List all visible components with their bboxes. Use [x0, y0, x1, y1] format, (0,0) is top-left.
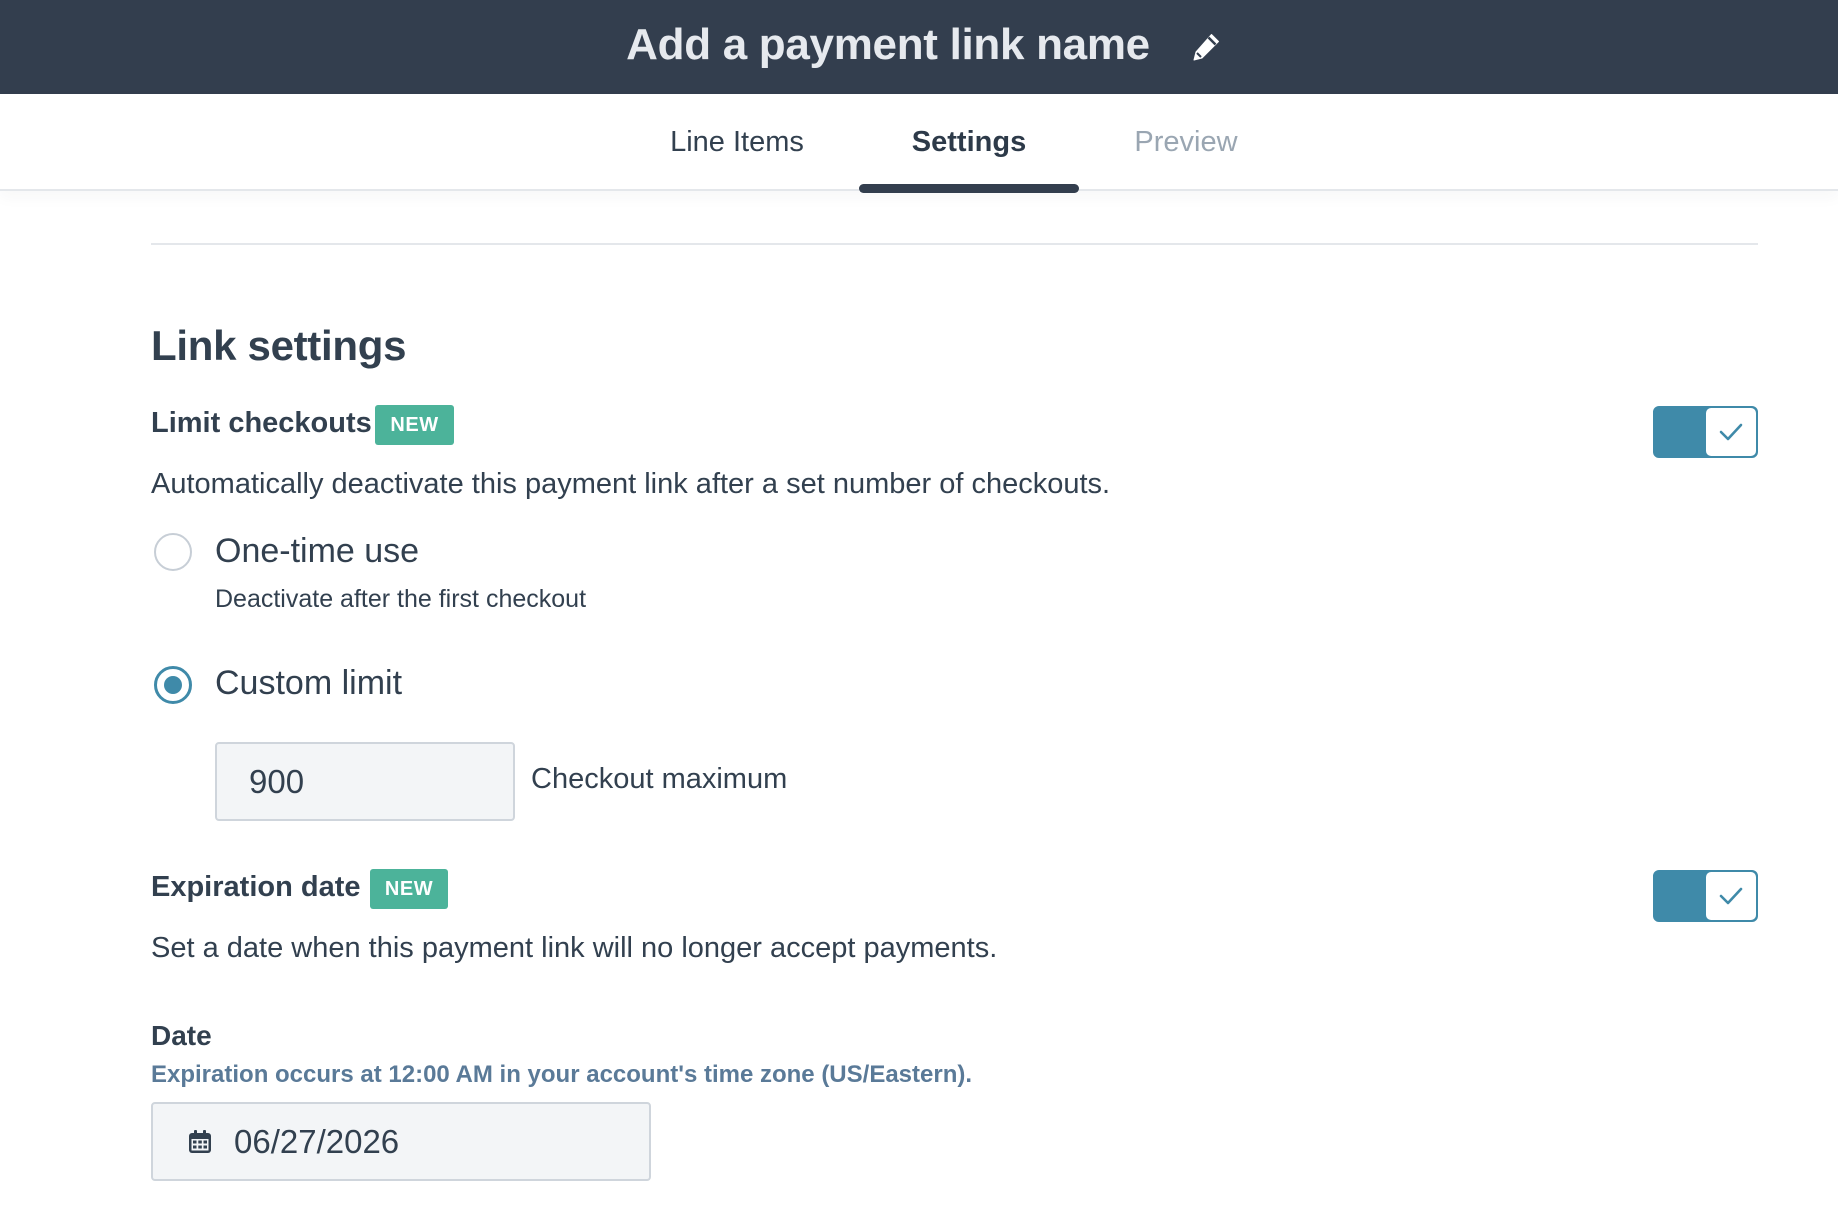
section-title: Link settings	[151, 322, 407, 369]
tab-preview[interactable]: Preview	[1114, 94, 1258, 191]
date-help-text: Expiration occurs at 12:00 AM in your ac…	[151, 1061, 973, 1088]
date-value: 06/27/2026	[234, 1122, 400, 1160]
custom-limit-radio[interactable]	[154, 666, 192, 704]
one-time-use-sublabel: Deactivate after the first checkout	[215, 585, 587, 613]
one-time-use-radio[interactable]	[154, 533, 192, 571]
pencil-icon	[1190, 31, 1222, 63]
limit-checkouts-label: Limit checkouts	[151, 407, 372, 439]
new-badge: NEW	[370, 869, 448, 909]
toggle-knob	[1706, 872, 1756, 920]
tab-bar: Line Items Settings Preview	[0, 94, 1838, 193]
expiration-date-description: Set a date when this payment link will n…	[151, 932, 998, 964]
date-field-label: Date	[151, 1020, 212, 1051]
custom-limit-label[interactable]: Custom limit	[215, 664, 402, 703]
expiration-date-input[interactable]: 06/27/2026	[151, 1102, 651, 1181]
expiration-date-label: Expiration date	[151, 871, 361, 903]
limit-checkouts-toggle[interactable]	[1653, 406, 1758, 458]
tab-line-items[interactable]: Line Items	[652, 94, 822, 191]
active-tab-indicator	[859, 184, 1079, 193]
new-badge: NEW	[375, 405, 454, 445]
edit-name-button[interactable]	[1186, 27, 1226, 67]
checkout-limit-input[interactable]	[215, 742, 515, 821]
toggle-knob	[1706, 408, 1756, 456]
header-bar: Add a payment link name	[0, 0, 1838, 94]
checkout-maximum-label: Checkout maximum	[531, 763, 788, 795]
one-time-use-label[interactable]: One-time use	[215, 532, 419, 571]
check-icon	[1718, 422, 1744, 442]
calendar-icon	[186, 1128, 214, 1156]
page-title[interactable]: Add a payment link name	[626, 20, 1150, 70]
expiration-date-toggle[interactable]	[1653, 870, 1758, 922]
section-divider	[151, 243, 1758, 245]
tab-settings[interactable]: Settings	[859, 94, 1079, 191]
header-title-group: Add a payment link name	[626, 20, 1226, 70]
check-icon	[1718, 886, 1744, 906]
limit-checkouts-description: Automatically deactivate this payment li…	[151, 468, 1111, 500]
